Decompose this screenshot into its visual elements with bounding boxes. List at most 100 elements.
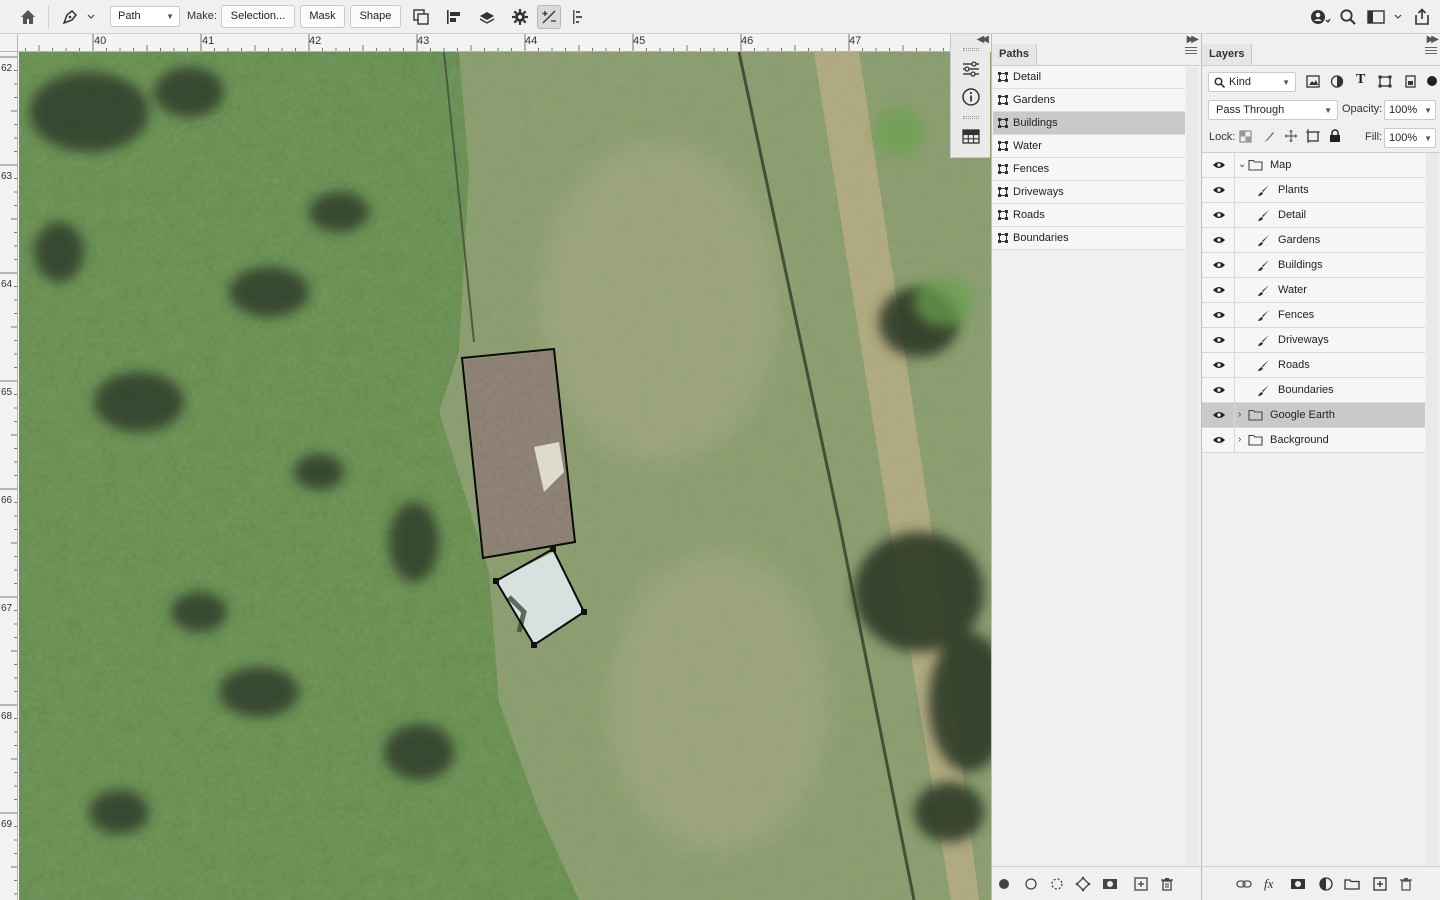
gear-icon[interactable] bbox=[510, 7, 530, 27]
layer-row-background[interactable]: › Background bbox=[1202, 428, 1425, 453]
chevron-right-icon[interactable]: › bbox=[1238, 428, 1241, 452]
layer-row-fences[interactable]: Fences bbox=[1202, 303, 1425, 328]
panel-menu-icon[interactable] bbox=[1185, 47, 1197, 57]
collapse-dock-icon[interactable]: ◀◀ bbox=[977, 34, 990, 45]
chevron-right-icon[interactable]: › bbox=[1238, 403, 1241, 427]
trash-icon[interactable] bbox=[1398, 876, 1414, 892]
ruler-label: 64 bbox=[1, 279, 13, 290]
eye-icon[interactable] bbox=[1212, 435, 1226, 445]
make-shape-button[interactable]: Shape bbox=[350, 5, 401, 28]
filter-toggle-icon[interactable] bbox=[1425, 74, 1439, 88]
learn-icon[interactable] bbox=[1309, 7, 1331, 27]
grip-icon[interactable] bbox=[963, 116, 979, 119]
path-row-driveways[interactable]: Driveways bbox=[993, 181, 1185, 204]
collapse-panel-icon[interactable]: ▶▶ bbox=[1187, 34, 1200, 45]
layer-filter-select[interactable]: Kind ▼ bbox=[1208, 72, 1296, 92]
scrollbar[interactable] bbox=[1186, 67, 1198, 867]
eye-icon[interactable] bbox=[1212, 185, 1226, 195]
tab-layers[interactable]: Layers bbox=[1202, 44, 1253, 66]
lock-image-pixels-icon[interactable] bbox=[1262, 130, 1275, 143]
layer-row-roads[interactable]: Roads bbox=[1202, 353, 1425, 378]
new-path-icon[interactable] bbox=[1133, 876, 1149, 892]
eye-icon[interactable] bbox=[1212, 285, 1226, 295]
layer-row-detail[interactable]: Detail bbox=[1202, 203, 1425, 228]
load-selection-icon[interactable] bbox=[1049, 876, 1065, 892]
layer-row-map[interactable]: ⌄ Map bbox=[1202, 153, 1425, 178]
divider bbox=[48, 6, 49, 28]
blend-mode-select[interactable]: Pass Through ▼ bbox=[1208, 100, 1338, 120]
tab-paths[interactable]: Paths bbox=[992, 44, 1037, 66]
path-row-gardens[interactable]: Gardens bbox=[993, 89, 1185, 112]
eye-icon[interactable] bbox=[1212, 360, 1226, 370]
new-group-icon[interactable] bbox=[1344, 876, 1360, 892]
eye-icon[interactable] bbox=[1212, 310, 1226, 320]
share-icon[interactable] bbox=[1412, 7, 1432, 27]
panel-menu-icon[interactable] bbox=[1425, 47, 1437, 57]
new-layer-icon[interactable] bbox=[1372, 876, 1388, 892]
pen-tool-icon[interactable] bbox=[60, 7, 96, 27]
adjustment-layer-icon[interactable] bbox=[1318, 876, 1334, 892]
add-mask-icon[interactable] bbox=[1290, 876, 1306, 892]
lock-all-icon[interactable] bbox=[1329, 129, 1341, 143]
shape-filter-icon[interactable] bbox=[1378, 75, 1392, 88]
eye-icon[interactable] bbox=[1212, 210, 1226, 220]
layer-row-water[interactable]: Water bbox=[1202, 278, 1425, 303]
layer-row-boundaries[interactable]: Boundaries bbox=[1202, 378, 1425, 403]
auto-add-delete-icon[interactable] bbox=[537, 5, 561, 29]
layer-row-gardens[interactable]: Gardens bbox=[1202, 228, 1425, 253]
tool-mode-select[interactable]: Path ▼ bbox=[110, 6, 180, 27]
layer-row-google-earth[interactable]: › Google Earth bbox=[1202, 403, 1425, 428]
make-selection-button[interactable]: Selection... bbox=[221, 5, 295, 28]
search-icon[interactable] bbox=[1338, 7, 1358, 27]
lock-transparent-pixels-icon[interactable] bbox=[1239, 130, 1252, 143]
eye-icon[interactable] bbox=[1212, 335, 1226, 345]
scrollbar[interactable] bbox=[1426, 153, 1438, 867]
make-work-path-icon[interactable] bbox=[1075, 876, 1091, 892]
eye-icon[interactable] bbox=[1212, 260, 1226, 270]
path-operations-icon[interactable] bbox=[411, 7, 431, 27]
eye-icon[interactable] bbox=[1212, 160, 1226, 170]
layer-row-driveways[interactable]: Driveways bbox=[1202, 328, 1425, 353]
layer-row-buildings[interactable]: Buildings bbox=[1202, 253, 1425, 278]
pixel-filter-icon[interactable] bbox=[1306, 75, 1320, 88]
path-arrangement-icon[interactable] bbox=[477, 7, 497, 27]
prevent-auto-nesting-icon[interactable] bbox=[1306, 129, 1320, 143]
grid-icon[interactable] bbox=[959, 126, 983, 148]
path-row-fences[interactable]: Fences bbox=[993, 158, 1185, 181]
horizontal-ruler[interactable]: 40 41 42 43 44 45 46 47 bbox=[18, 34, 950, 52]
grip-icon[interactable] bbox=[963, 48, 979, 51]
trash-icon[interactable] bbox=[1159, 876, 1175, 892]
make-mask-button[interactable]: Mask bbox=[300, 5, 345, 28]
fx-icon[interactable]: fx bbox=[1264, 876, 1280, 892]
properties-icon[interactable] bbox=[959, 58, 983, 80]
path-row-detail[interactable]: Detail bbox=[993, 66, 1185, 89]
fill-path-icon[interactable] bbox=[996, 876, 1012, 892]
type-filter-icon[interactable]: T bbox=[1356, 72, 1365, 88]
path-row-roads[interactable]: Roads bbox=[993, 204, 1185, 227]
path-row-boundaries[interactable]: Boundaries bbox=[993, 227, 1185, 250]
vertical-ruler[interactable]: 62 63 64 65 66 67 68 69 bbox=[0, 52, 18, 900]
eye-icon[interactable] bbox=[1212, 235, 1226, 245]
chevron-down-icon[interactable]: ⌄ bbox=[1238, 153, 1246, 177]
fill-field[interactable]: 100% ▼ bbox=[1384, 128, 1436, 148]
info-icon[interactable] bbox=[959, 86, 983, 108]
stroke-path-icon[interactable] bbox=[1023, 876, 1039, 892]
eye-icon[interactable] bbox=[1212, 385, 1226, 395]
eye-icon[interactable] bbox=[1212, 410, 1226, 420]
link-layers-icon[interactable] bbox=[1236, 876, 1252, 892]
chevron-down-icon: ▼ bbox=[1324, 106, 1332, 115]
collapse-panel-icon[interactable]: ▶▶ bbox=[1427, 34, 1440, 45]
lock-position-icon[interactable] bbox=[1284, 129, 1298, 143]
opacity-field[interactable]: 100% ▼ bbox=[1384, 100, 1436, 120]
smart-object-filter-icon[interactable] bbox=[1403, 75, 1417, 88]
path-alignment-icon[interactable] bbox=[444, 7, 464, 27]
path-row-water[interactable]: Water bbox=[993, 135, 1185, 158]
add-mask-icon[interactable] bbox=[1102, 876, 1118, 892]
adjustment-filter-icon[interactable] bbox=[1330, 75, 1344, 88]
home-icon[interactable] bbox=[18, 7, 38, 27]
workspace-icon[interactable] bbox=[1366, 7, 1406, 27]
layer-row-plants[interactable]: Plants bbox=[1202, 178, 1425, 203]
path-row-buildings[interactable]: Buildings bbox=[993, 112, 1185, 135]
document-canvas[interactable] bbox=[19, 52, 991, 900]
align-edges-icon[interactable] bbox=[570, 7, 590, 27]
